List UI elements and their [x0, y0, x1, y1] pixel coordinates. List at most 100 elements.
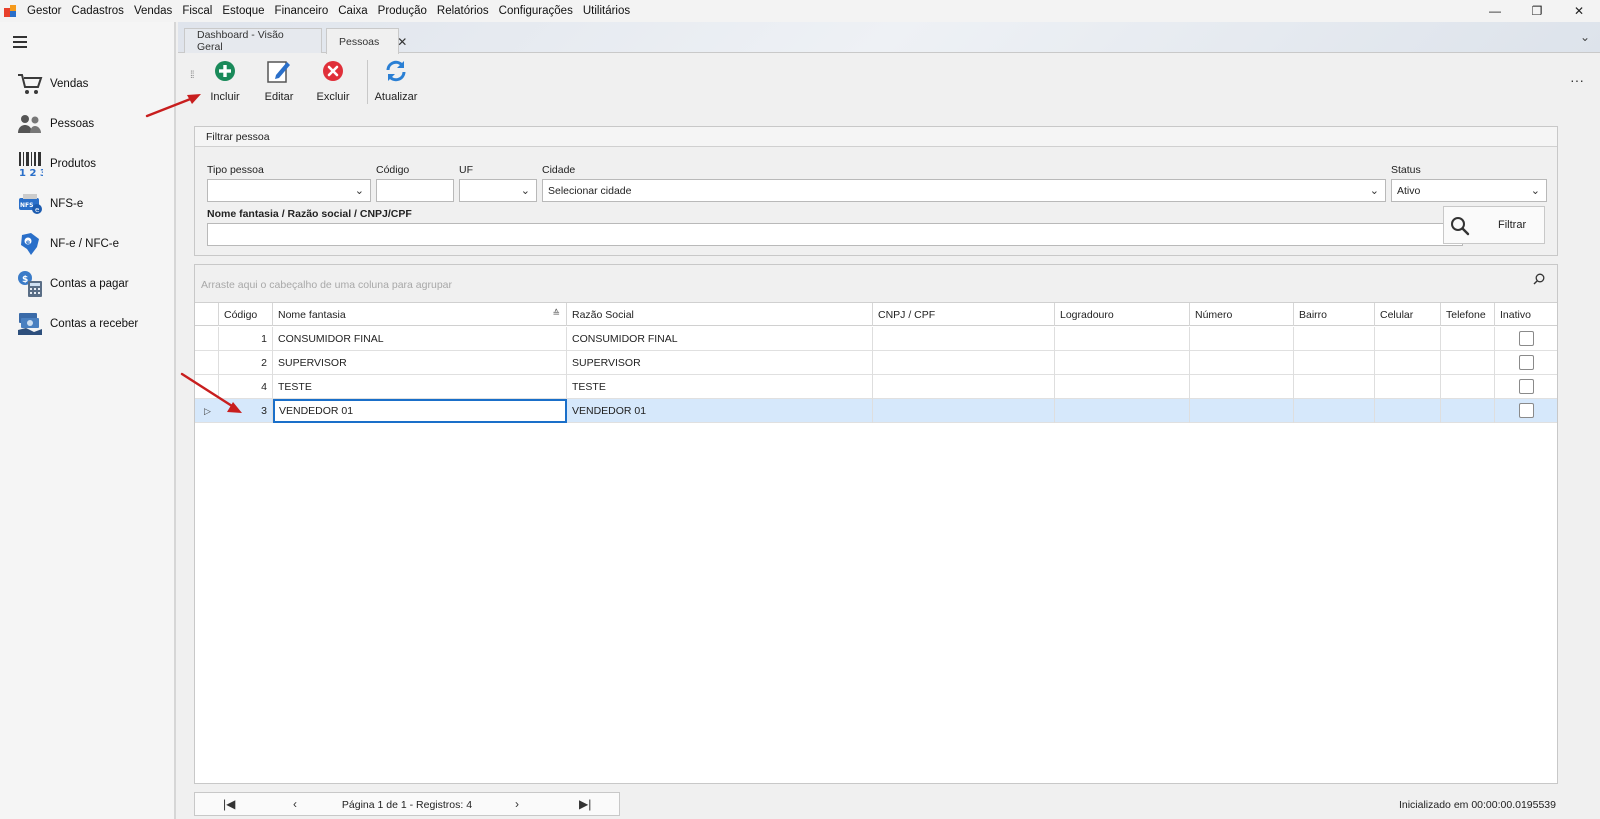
cell-celular[interactable]	[1375, 375, 1441, 399]
header-logradouro[interactable]: Logradouro	[1055, 303, 1190, 326]
menu-caixa[interactable]: Caixa	[333, 5, 372, 17]
header-inativo[interactable]: Inativo	[1495, 303, 1559, 326]
status-value: Ativo	[1397, 185, 1421, 197]
cell-logradouro[interactable]	[1055, 351, 1190, 375]
table-row[interactable]: 2 SUPERVISOR SUPERVISOR	[195, 351, 1557, 375]
inativo-checkbox[interactable]	[1519, 379, 1534, 394]
atualizar-button[interactable]: Atualizar	[371, 58, 421, 108]
table-row-selected[interactable]: ▷ 3 VENDEDOR 01 VENDEDOR 01	[195, 399, 1557, 423]
cell-celular[interactable]	[1375, 327, 1441, 351]
cell-telefone[interactable]	[1441, 375, 1495, 399]
sidebar-item-nfe-nfce[interactable]: e NF-e / NFC-e	[0, 224, 174, 264]
more-options-icon[interactable]: ···	[1570, 72, 1584, 88]
filtrar-label: Filtrar	[1498, 219, 1527, 231]
menu-relatorios[interactable]: Relatórios	[432, 5, 494, 17]
cell-codigo[interactable]: 1	[219, 327, 273, 351]
menu-cadastros[interactable]: Cadastros	[67, 5, 129, 17]
inativo-checkbox[interactable]	[1519, 403, 1534, 418]
tipo-pessoa-select[interactable]: ⌄	[207, 179, 371, 202]
menu-producao[interactable]: Produção	[373, 5, 432, 17]
cell-logradouro[interactable]	[1055, 327, 1190, 351]
sidebar-item-nfse[interactable]: NFS e NFS-e	[0, 184, 174, 224]
next-page-button[interactable]: ›	[515, 797, 519, 811]
restore-button[interactable]: ❐	[1516, 0, 1558, 22]
cidade-select[interactable]: Selecionar cidade ⌄	[542, 179, 1386, 202]
header-razao-social[interactable]: Razão Social	[567, 303, 873, 326]
cell-bairro[interactable]	[1294, 351, 1375, 375]
cell-logradouro[interactable]	[1055, 375, 1190, 399]
grid-header: Código Nome fantasia ≙ Razão Social CNPJ…	[195, 303, 1557, 326]
header-codigo[interactable]: Código	[219, 303, 273, 326]
cell-nome-fantasia-focused[interactable]: VENDEDOR 01	[273, 399, 567, 423]
menu-fiscal[interactable]: Fiscal	[177, 5, 217, 17]
cell-logradouro[interactable]	[1055, 399, 1190, 423]
minimize-button[interactable]: —	[1474, 0, 1516, 22]
table-row[interactable]: 1 CONSUMIDOR FINAL CONSUMIDOR FINAL	[195, 327, 1557, 351]
menu-configuracoes[interactable]: Configurações	[494, 5, 578, 17]
cell-numero[interactable]	[1190, 375, 1294, 399]
menu-estoque[interactable]: Estoque	[217, 5, 269, 17]
cell-nome-fantasia[interactable]: SUPERVISOR	[273, 351, 567, 375]
menu-utilitarios[interactable]: Utilitários	[578, 5, 635, 17]
cell-numero[interactable]	[1190, 327, 1294, 351]
cell-razao-social[interactable]: VENDEDOR 01	[567, 399, 873, 423]
menu-vendas[interactable]: Vendas	[129, 5, 177, 17]
header-nome-fantasia[interactable]: Nome fantasia ≙	[273, 303, 567, 326]
tab-pessoas[interactable]: Pessoas ✕	[326, 28, 407, 54]
group-panel[interactable]: Arraste aqui o cabeçalho de uma coluna p…	[195, 265, 1557, 303]
hamburger-menu-icon[interactable]	[13, 36, 27, 48]
chevron-down-icon[interactable]: ⌄	[1580, 30, 1590, 44]
cell-cnpj-cpf[interactable]	[873, 375, 1055, 399]
status-select[interactable]: Ativo ⌄	[1391, 179, 1547, 202]
menu-gestor[interactable]: Gestor	[22, 5, 67, 17]
header-celular[interactable]: Celular	[1375, 303, 1441, 326]
sidebar-item-label: Contas a pagar	[50, 278, 129, 290]
cell-razao-social[interactable]: SUPERVISOR	[567, 351, 873, 375]
table-row[interactable]: 4 TESTE TESTE	[195, 375, 1557, 399]
search-icon[interactable]	[1533, 273, 1545, 285]
tab-dashboard[interactable]: Dashboard - Visão Geral	[184, 28, 322, 53]
inativo-checkbox[interactable]	[1519, 355, 1534, 370]
cell-cnpj-cpf[interactable]	[873, 351, 1055, 375]
cell-bairro[interactable]	[1294, 327, 1375, 351]
sidebar-item-contas-pagar[interactable]: $ Contas a pagar	[0, 264, 174, 304]
incluir-button[interactable]: Incluir	[200, 58, 250, 108]
editar-label: Editar	[264, 91, 294, 103]
close-window-button[interactable]: ✕	[1558, 0, 1600, 22]
cell-nome-fantasia[interactable]: CONSUMIDOR FINAL	[273, 327, 567, 351]
codigo-input[interactable]	[376, 179, 454, 202]
incluir-label: Incluir	[210, 91, 240, 103]
cell-razao-social[interactable]: TESTE	[567, 375, 873, 399]
close-tab-icon[interactable]: ✕	[397, 35, 407, 49]
cell-celular[interactable]	[1375, 399, 1441, 423]
header-numero[interactable]: Número	[1190, 303, 1294, 326]
sidebar-item-contas-receber[interactable]: Contas a receber	[0, 304, 174, 344]
header-bairro[interactable]: Bairro	[1294, 303, 1375, 326]
uf-select[interactable]: ⌄	[459, 179, 537, 202]
grip-handle-icon[interactable]: ⁞⁞	[190, 71, 194, 81]
cell-bairro[interactable]	[1294, 399, 1375, 423]
cell-numero[interactable]	[1190, 351, 1294, 375]
editar-button[interactable]: Editar	[254, 58, 304, 108]
cell-cnpj-cpf[interactable]	[873, 327, 1055, 351]
header-telefone[interactable]: Telefone	[1441, 303, 1495, 326]
last-page-button[interactable]: ▶|	[579, 797, 591, 811]
cell-cnpj-cpf[interactable]	[873, 399, 1055, 423]
cell-nome-fantasia[interactable]: TESTE	[273, 375, 567, 399]
filtrar-button[interactable]: Filtrar	[1443, 206, 1545, 244]
inativo-checkbox[interactable]	[1519, 331, 1534, 346]
menu-financeiro[interactable]: Financeiro	[270, 5, 334, 17]
header-cnpj-cpf[interactable]: CNPJ / CPF	[873, 303, 1055, 326]
cell-razao-social[interactable]: CONSUMIDOR FINAL	[567, 327, 873, 351]
cell-bairro[interactable]	[1294, 375, 1375, 399]
cell-celular[interactable]	[1375, 351, 1441, 375]
cell-telefone[interactable]	[1441, 351, 1495, 375]
cell-telefone[interactable]	[1441, 327, 1495, 351]
search-input[interactable]	[207, 223, 1463, 246]
excluir-button[interactable]: Excluir	[308, 58, 358, 108]
cell-numero[interactable]	[1190, 399, 1294, 423]
cell-telefone[interactable]	[1441, 399, 1495, 423]
sidebar-item-label: NFS-e	[50, 198, 84, 210]
search-label: Nome fantasia / Razão social / CNPJ/CPF	[207, 208, 412, 220]
sidebar-item-produtos[interactable]: 1 2 3 Produtos	[0, 144, 174, 184]
